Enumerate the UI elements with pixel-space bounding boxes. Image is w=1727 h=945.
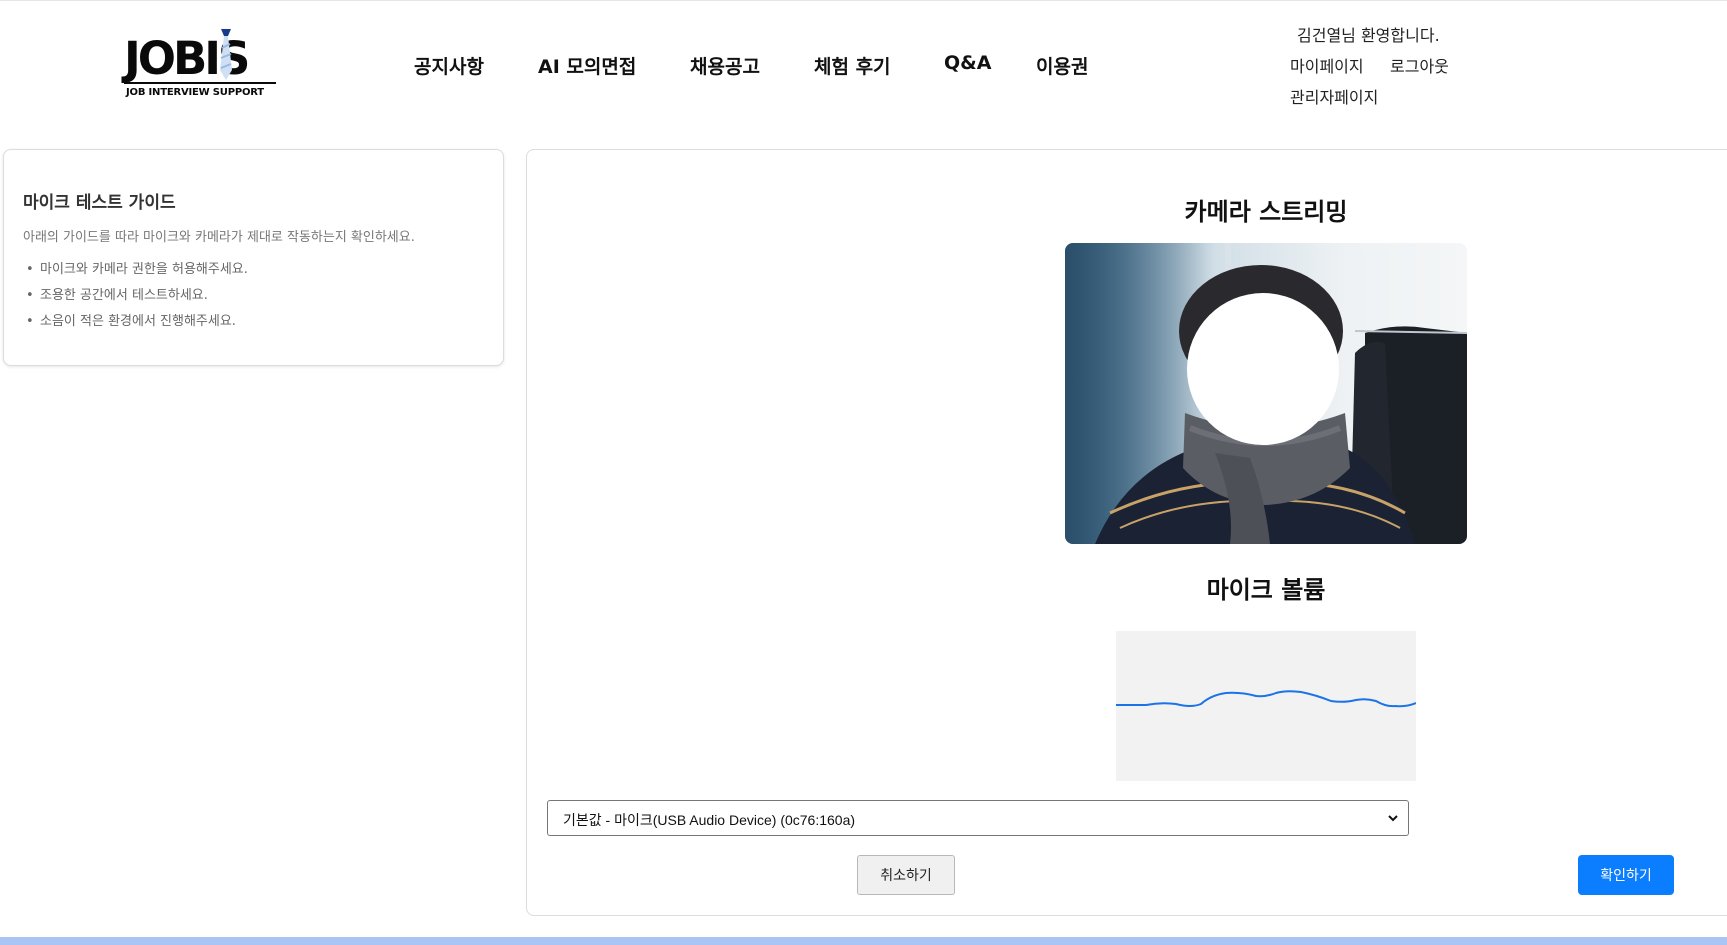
- camera-section-title: 카메라 스트리밍: [1184, 198, 1348, 226]
- guide-list: 마이크와 카메라 권한을 허용해주세요. 조용한 공간에서 테스트하세요. 소음…: [23, 262, 248, 340]
- mic-volume-visualizer: [1116, 631, 1417, 781]
- logo-subtitle: JOB INTERVIEW SUPPORT: [126, 87, 264, 98]
- camera-stream-video: [1065, 243, 1467, 544]
- mic-section-title: 마이크 볼륨: [1206, 576, 1326, 604]
- necktie-icon: [220, 29, 232, 80]
- site-logo[interactable]: JOBIS JOB INTERVIEW SUPPORT: [124, 26, 280, 100]
- bottom-accent-bar: [0, 937, 1727, 945]
- guide-list-item: 마이크와 카메라 권한을 허용해주세요.: [23, 262, 248, 288]
- welcome-text: 김건열님 환영합니다.: [1297, 26, 1440, 45]
- confirm-button[interactable]: 확인하기: [1578, 855, 1674, 895]
- nav-item-jobs[interactable]: 채용공고: [690, 52, 760, 79]
- mic-device-selected-value: 기본값 - 마이크(USB Audio Device) (0c76:160a): [563, 812, 856, 828]
- nav-item-pass[interactable]: 이용권: [1036, 52, 1088, 79]
- logout-link[interactable]: 로그아웃: [1390, 53, 1449, 77]
- guide-list-item: 조용한 공간에서 테스트하세요.: [23, 288, 248, 314]
- site-header: JOBIS JOB INTERVIEW SUPPORT 공지사항 AI 모의면접…: [0, 0, 1727, 130]
- nav-item-notice[interactable]: 공지사항: [414, 52, 484, 79]
- mypage-link[interactable]: 마이페이지: [1290, 53, 1364, 77]
- device-test-panel: 카메라 스트리밍 마이크 볼륨 기본값 - 마이크(USB Audio Devi…: [526, 149, 1727, 916]
- admin-page-link[interactable]: 관리자페이지: [1290, 84, 1378, 108]
- mic-waveform: [1116, 690, 1417, 708]
- nav-item-qna[interactable]: Q&A: [944, 52, 991, 74]
- nav-item-ai-interview[interactable]: AI 모의면접: [538, 52, 636, 79]
- waveform-line: [1116, 690, 1417, 708]
- mic-test-guide-panel: 마이크 테스트 가이드 아래의 가이드를 따라 마이크와 카메라가 제대로 작동…: [3, 149, 504, 366]
- mic-device-select[interactable]: 기본값 - 마이크(USB Audio Device) (0c76:160a): [547, 800, 1409, 836]
- camera-frame-image: [1065, 243, 1467, 544]
- chevron-down-icon: [1388, 815, 1398, 822]
- cancel-button[interactable]: 취소하기: [857, 855, 955, 895]
- guide-title: 마이크 테스트 가이드: [23, 193, 176, 213]
- guide-list-item: 소음이 적은 환경에서 진행해주세요.: [23, 314, 248, 340]
- logo-underline: [124, 82, 276, 84]
- nav-item-reviews[interactable]: 체험 후기: [814, 52, 891, 79]
- guide-description: 아래의 가이드를 따라 마이크와 카메라가 제대로 작동하는지 확인하세요.: [23, 230, 415, 245]
